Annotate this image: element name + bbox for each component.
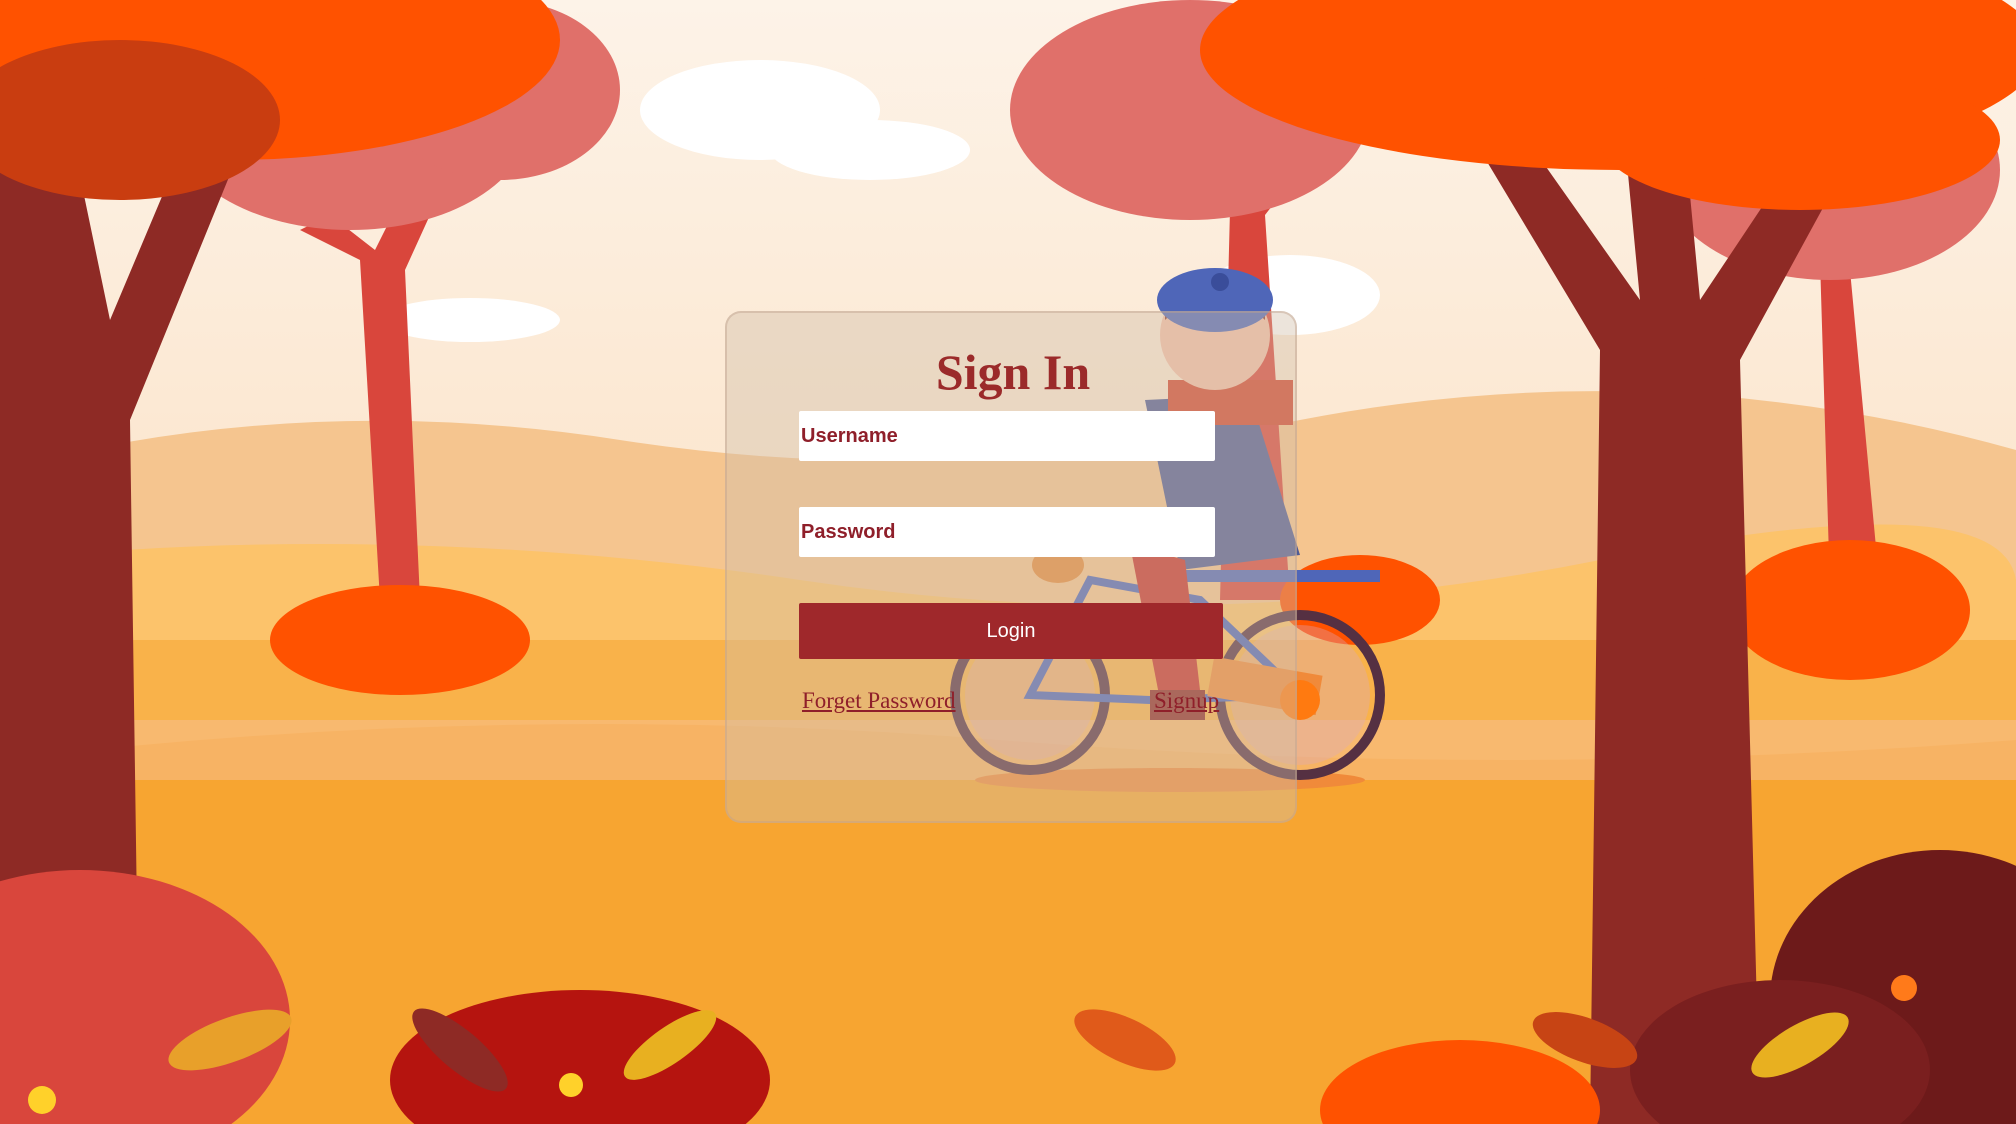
login-card: Sign In Login Forget Password Signup xyxy=(725,311,1297,823)
username-input[interactable] xyxy=(799,411,1215,461)
login-button[interactable]: Login xyxy=(799,603,1223,659)
forgot-password-link[interactable]: Forget Password xyxy=(802,688,956,714)
page-title: Sign In xyxy=(935,344,1091,400)
password-input[interactable] xyxy=(799,507,1215,557)
signup-link[interactable]: Signup xyxy=(1154,688,1219,714)
